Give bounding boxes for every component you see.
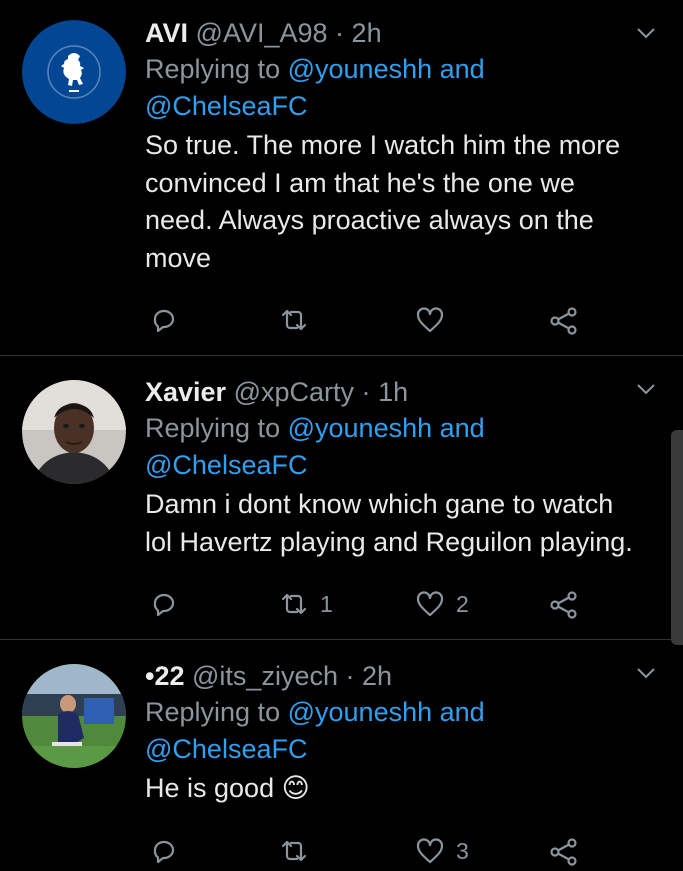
heart-icon: [416, 838, 444, 864]
display-name[interactable]: Xavier: [145, 377, 226, 407]
share-button[interactable]: [548, 302, 580, 338]
retweet-button[interactable]: [278, 833, 320, 869]
scrollbar[interactable]: [671, 430, 683, 645]
heart-icon: [416, 307, 444, 333]
retweet-icon: [281, 593, 307, 615]
reply-button[interactable]: [148, 833, 180, 869]
avatar[interactable]: [22, 664, 126, 768]
avatar[interactable]: [22, 20, 126, 124]
heart-icon: [416, 591, 444, 617]
retweet-icon: [281, 309, 307, 331]
mention-link[interactable]: @ChelseaFC: [145, 91, 307, 121]
user-handle[interactable]: @AVI_A98: [196, 18, 328, 48]
like-count: 3: [456, 837, 469, 864]
display-name[interactable]: •22: [145, 661, 185, 691]
separator: ·: [361, 377, 371, 407]
replying-to: Replying to @youneshh and @ChelseaFC: [145, 694, 643, 768]
mention-link[interactable]: @youneshh: [288, 54, 433, 84]
tweet[interactable]: Xavier @xpCarty · 1h Replying to @younes…: [0, 356, 683, 639]
mention-link[interactable]: @ChelseaFC: [145, 450, 307, 480]
replying-prefix: Replying to: [145, 413, 281, 443]
tweet-actions: 1 2: [148, 586, 598, 622]
separator: ·: [345, 661, 355, 691]
tweet-text: So true. The more I watch him the more c…: [145, 127, 643, 277]
tweet-header: Xavier @xpCarty · 1h: [145, 374, 643, 410]
mention-conjunction[interactable]: and: [440, 54, 485, 84]
tweet-header: AVI @AVI_A98 · 2h: [145, 15, 643, 51]
replying-prefix: Replying to: [145, 54, 281, 84]
replying-to: Replying to @youneshh and @ChelseaFC: [145, 51, 643, 125]
share-button[interactable]: [548, 833, 580, 869]
tweet-text: Damn i dont know which gane to watch lol…: [145, 486, 643, 561]
tweet-text-line: move: [145, 242, 212, 273]
mention-conjunction[interactable]: and: [440, 413, 485, 443]
chevron-down-icon[interactable]: [635, 22, 657, 44]
user-handle[interactable]: @xpCarty: [234, 377, 354, 407]
like-button[interactable]: [414, 302, 456, 338]
reply-icon: [153, 593, 175, 617]
replying-to: Replying to @youneshh and @ChelseaFC: [145, 410, 643, 484]
retweet-button[interactable]: [278, 302, 320, 338]
tweet-text-line: need. Always proactive always on the: [145, 205, 594, 235]
tweet-text-line: So true. The more I watch him the more: [145, 130, 621, 160]
share-icon: [550, 307, 577, 335]
share-icon: [550, 591, 577, 619]
mention-link[interactable]: @youneshh: [288, 697, 433, 727]
tweet-header: •22 @its_ziyech · 2h: [145, 658, 643, 694]
tweet-actions: [148, 302, 598, 338]
tweet-text: He is good 😊: [145, 770, 643, 808]
tweet-content: •22 @its_ziyech · 2h Replying to @younes…: [145, 658, 643, 808]
tweet[interactable]: AVI @AVI_A98 · 2h Replying to @youneshh …: [0, 0, 683, 355]
avatar[interactable]: [22, 380, 126, 484]
user-photo-icon: [22, 380, 126, 484]
display-name[interactable]: AVI: [145, 18, 188, 48]
tweet[interactable]: •22 @its_ziyech · 2h Replying to @younes…: [0, 640, 683, 871]
tweet-content: Xavier @xpCarty · 1h Replying to @younes…: [145, 374, 643, 561]
tweet-actions: 3: [148, 833, 598, 869]
tweet-text-line: lol Havertz playing and Reguilon playing…: [145, 526, 633, 557]
like-button[interactable]: 2: [414, 586, 469, 622]
mention-link[interactable]: @youneshh: [288, 413, 433, 443]
chelsea-crest-icon: [22, 20, 126, 124]
mention-link[interactable]: @ChelseaFC: [145, 734, 307, 764]
tweet-text-line: Damn i dont know which gane to watch: [145, 489, 614, 519]
mention-conjunction[interactable]: and: [440, 697, 485, 727]
chevron-down-icon[interactable]: [635, 662, 657, 684]
like-count: 2: [456, 590, 469, 617]
user-handle[interactable]: @its_ziyech: [192, 661, 338, 691]
retweet-icon: [281, 840, 307, 862]
retweet-count: 1: [320, 590, 333, 617]
player-photo-icon: [22, 664, 126, 768]
share-icon: [550, 838, 577, 866]
timestamp[interactable]: 1h: [378, 377, 408, 407]
tweet-text-line: convinced I am that he's the one we: [145, 167, 575, 198]
separator: ·: [335, 18, 345, 48]
share-button[interactable]: [548, 586, 580, 622]
like-button[interactable]: 3: [414, 833, 469, 869]
reply-button[interactable]: [148, 302, 180, 338]
chevron-down-icon[interactable]: [635, 378, 657, 400]
reply-icon: [153, 840, 175, 864]
tweet-content: AVI @AVI_A98 · 2h Replying to @youneshh …: [145, 15, 643, 277]
retweet-button[interactable]: 1: [278, 586, 333, 622]
tweet-text-line: He is good: [145, 773, 275, 803]
reply-icon: [153, 309, 175, 333]
replying-prefix: Replying to: [145, 697, 281, 727]
timestamp[interactable]: 2h: [352, 18, 382, 48]
smiling-emoji: 😊: [281, 773, 310, 803]
tweet-text-line: He is good 😊: [145, 770, 643, 808]
reply-button[interactable]: [148, 586, 180, 622]
timestamp[interactable]: 2h: [362, 661, 392, 691]
